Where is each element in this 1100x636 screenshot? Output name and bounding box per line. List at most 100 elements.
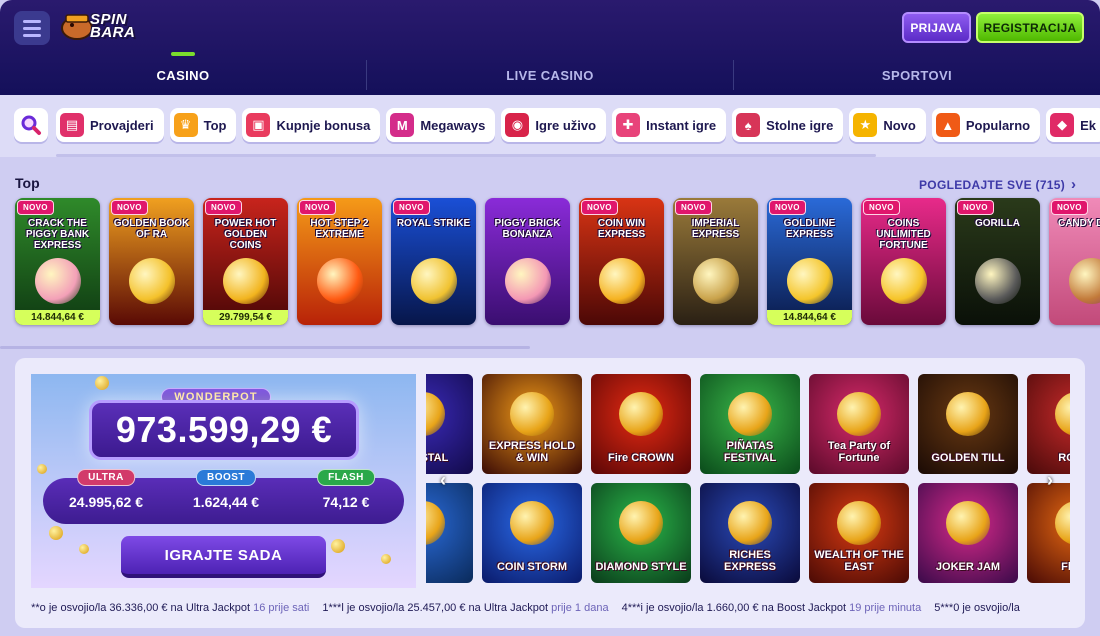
game-title: IMPERIAL EXPRESS <box>691 218 740 240</box>
game-title: ROYAL <box>1058 452 1070 464</box>
game-title: Flame <box>1061 561 1070 573</box>
game-emblem-icon <box>974 258 1021 304</box>
category-provajderi[interactable]: ▤ Provajderi <box>56 108 164 142</box>
jackpot-game-tile[interactable]: PIÑATAS FESTIVAL <box>700 374 800 474</box>
game-tile[interactable]: POWER HOT GOLDEN COINS NOVO 29.799,54 € <box>203 198 288 325</box>
game-title: CRACK THE PIGGY BANK EXPRESS <box>25 218 90 251</box>
login-button[interactable]: PRIJAVA <box>902 12 971 43</box>
novo-badge: NOVO <box>299 200 336 215</box>
coin-icon <box>49 526 63 540</box>
game-tile[interactable]: COIN WIN EXPRESS NOVO <box>579 198 664 325</box>
game-tile[interactable]: ROYAL STRIKE NOVO <box>391 198 476 325</box>
jackpot-game-tile[interactable]: ROYAL <box>1027 374 1070 474</box>
category-ek[interactable]: ◆ Ek <box>1046 108 1100 142</box>
logo-text-bottom: BARA <box>90 24 136 41</box>
jackpot-game-tile[interactable]: Tea Party of Fortune <box>809 374 909 474</box>
jackpot-games-grid: CRYSTAL EXPRESS HOLD & WIN Fire CROWN PIÑAT… <box>426 374 1070 588</box>
category-megaways[interactable]: M Megaways <box>386 108 496 142</box>
category-stolne-igre[interactable]: ♠ Stolne igre <box>732 108 844 142</box>
winner-entry: 4***i je osvojio/la 1.660,00 € na Boost … <box>622 602 922 614</box>
game-title: GOLDEN BOOK OF RA <box>113 218 190 240</box>
star-icon: ★ <box>853 113 878 137</box>
game-tile[interactable]: PIGGY BRICK BONANZA <box>485 198 570 325</box>
capybara-mascot-icon <box>61 14 93 40</box>
register-button[interactable]: REGISTRACIJA <box>976 12 1084 43</box>
game-tile[interactable]: CANDY DROP NOVO <box>1049 198 1100 325</box>
coin-icon <box>95 376 109 390</box>
jackpot-game-tile[interactable]: JOKER JAM <box>918 483 1018 583</box>
game-emblem-icon <box>619 501 663 545</box>
novo-badge: NOVO <box>17 200 54 215</box>
hamburger-menu-button[interactable] <box>14 11 50 45</box>
jackpot-amount-label: 29.799,54 € <box>203 310 288 325</box>
category-top[interactable]: ♛ Top <box>169 108 237 142</box>
game-tile[interactable]: GORILLA NOVO <box>955 198 1040 325</box>
tab-sportovi[interactable]: SPORTOVI <box>734 60 1100 90</box>
category-novo[interactable]: ★ Novo <box>849 108 926 142</box>
novo-badge: NOVO <box>675 200 712 215</box>
chevron-right-icon[interactable]: › <box>1047 470 1053 491</box>
winner-entry: 1***l je osvojio/la 25.457,00 € na Ultra… <box>322 602 609 614</box>
search-icon <box>21 115 41 135</box>
tab-live-casino[interactable]: LIVE CASINO <box>367 60 734 90</box>
jackpot-game-tile[interactable]: EXPRESS HOLD & WIN <box>482 374 582 474</box>
game-tile[interactable]: COINS UNLIMITED FORTUNE NOVO <box>861 198 946 325</box>
winner-time: 19 prije minuta <box>849 602 922 614</box>
top-games-scrollbar[interactable] <box>0 346 530 349</box>
chevron-left-icon[interactable]: ‹ <box>440 470 446 491</box>
top-games-row: CRACK THE PIGGY BANK EXPRESS NOVO 14.844,6… <box>15 198 1100 325</box>
game-emblem-icon <box>316 258 363 304</box>
game-title: GOLDEN TILL <box>931 452 1005 464</box>
megaways-icon: M <box>390 113 415 137</box>
tab-casino[interactable]: CASINO <box>0 52 367 90</box>
game-title: COINS UNLIMITED FORTUNE <box>876 218 931 251</box>
category-popularno[interactable]: ▲ Popularno <box>931 108 1041 142</box>
game-tile[interactable]: GOLDEN BOOK OF RA NOVO <box>109 198 194 325</box>
category-igre-uživo[interactable]: ◉ Igre uživo <box>501 108 607 142</box>
game-tile[interactable]: HOT STEP 2 EXTREME NOVO <box>297 198 382 325</box>
game-tile[interactable]: CRACK THE PIGGY BANK EXPRESS NOVO 14.844,6… <box>15 198 100 325</box>
jackpot-game-tile[interactable]: RICHES EXPRESS <box>700 483 800 583</box>
jackpot-game-tile[interactable]: WEALTH OF THE EAST <box>809 483 909 583</box>
spinbara-logo[interactable]: SPIN BARA <box>60 8 152 44</box>
category-label: Stolne igre <box>766 117 834 133</box>
game-title: POWER HOT GOLDEN COINS <box>214 218 277 251</box>
gamepad-icon: ✚ <box>616 113 641 137</box>
game-tile[interactable]: IMPERIAL EXPRESS NOVO <box>673 198 758 325</box>
cards-icon: ♠ <box>736 113 761 137</box>
search-button[interactable] <box>14 108 48 142</box>
tier-value: 74,12 € <box>322 494 370 510</box>
jackpot-game-tile[interactable]: Flame <box>1027 483 1070 583</box>
see-all-link[interactable]: POGLEDAJTE SVE (715) › <box>919 176 1076 193</box>
jackpot-game-tile[interactable]: GOLDEN TILL <box>918 374 1018 474</box>
category-label: Top <box>203 117 227 133</box>
category-scrollbar[interactable] <box>56 154 876 157</box>
game-title: DIAMOND STYLE <box>595 561 687 573</box>
game-emblem-icon <box>426 392 445 436</box>
game-emblem-icon <box>880 258 927 304</box>
category-list: ▤ Provajderi ♛ Top ▣ Kupnje bonusa M Megaways ◉ I… <box>56 108 1100 142</box>
jackpot-game-tile[interactable]: Fire CROWN <box>591 374 691 474</box>
game-tile[interactable]: GOLDLINE EXPRESS NOVO 14.844,64 € <box>767 198 852 325</box>
game-emblem-icon <box>504 258 551 304</box>
logo-wordmark: SPIN BARA <box>90 12 136 41</box>
game-emblem-icon <box>510 501 554 545</box>
game-title: CRYSTAL <box>426 452 449 464</box>
tier-name: BOOST <box>195 469 257 486</box>
category-label: Ek <box>1080 117 1097 133</box>
winner-time: prije 1 dana <box>551 602 609 614</box>
jackpot-game-tile[interactable]: CRYSTAL <box>426 374 473 474</box>
play-now-button[interactable]: IGRAJTE SADA <box>121 536 326 578</box>
game-emblem-icon <box>222 258 269 304</box>
coin-icon <box>331 539 345 553</box>
jackpot-game-tile[interactable]: COIN STORM <box>482 483 582 583</box>
jackpot-tier-flash: FLASH 74,12 € <box>291 469 401 524</box>
winner-text: 5***0 je osvojio/la <box>934 602 1020 614</box>
category-kupnje-bonusa[interactable]: ▣ Kupnje bonusa <box>242 108 381 142</box>
site-header: SPIN BARA PRIJAVA REGISTRACIJA CASINO LIV… <box>0 0 1100 95</box>
jackpot-tier-boost: BOOST 1.624,44 € <box>171 469 281 524</box>
jackpot-game-tile[interactable] <box>426 483 473 583</box>
jackpot-amount-label: 14.844,64 € <box>15 310 100 325</box>
category-instant-igre[interactable]: ✚ Instant igre <box>612 108 727 142</box>
jackpot-game-tile[interactable]: DIAMOND STYLE <box>591 483 691 583</box>
